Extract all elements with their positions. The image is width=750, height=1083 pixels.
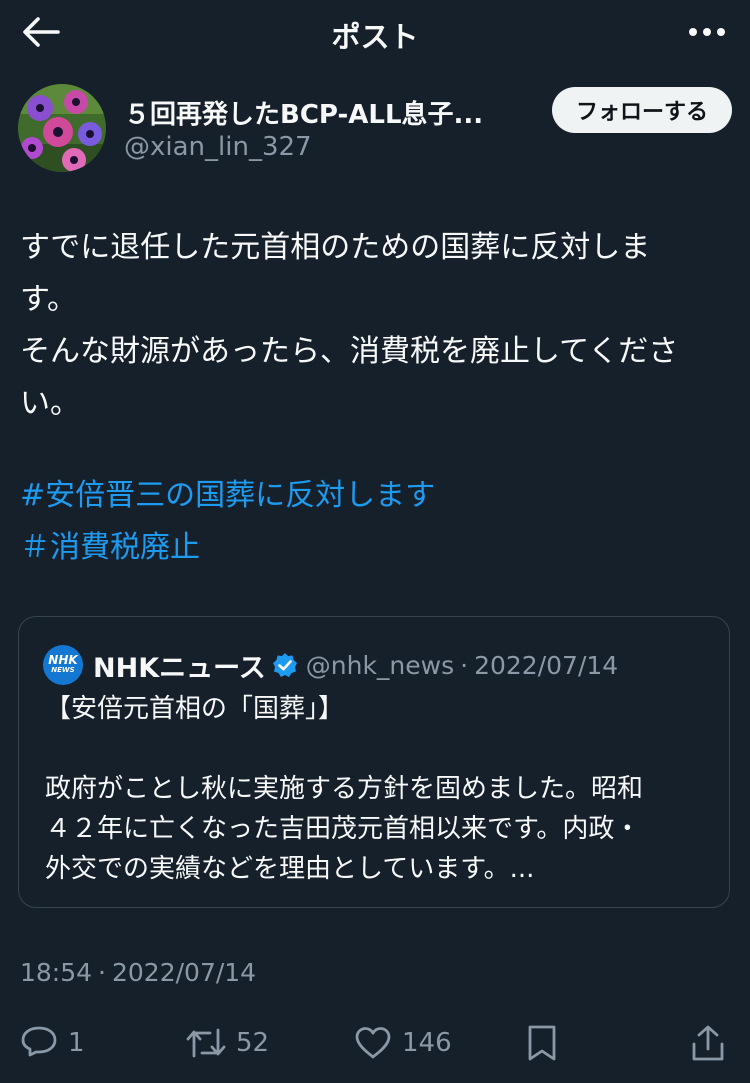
separator: ·	[460, 650, 469, 680]
top-bar: ポスト	[0, 0, 750, 66]
share-button[interactable]	[690, 1016, 726, 1070]
bookmark-button[interactable]	[526, 1016, 558, 1070]
page-title: ポスト	[331, 20, 419, 54]
avatar[interactable]	[18, 84, 106, 172]
share-icon	[690, 1024, 726, 1062]
repost-icon	[186, 1026, 226, 1060]
nhk-logo-avatar: NHK NEWS	[43, 645, 83, 685]
post-time: 18:54	[20, 958, 93, 987]
post-text-line: そんな財源があったら、消費税を廃止してくださ	[20, 334, 679, 369]
quoted-post[interactable]: NHK NEWS NHKニュース @nhk_news · 2022/07/14 …	[18, 616, 730, 908]
quoted-post-body: 【安倍元首相の「国葬」】 政府がことし秋に実施する方針を固めました。昭和 ４２年…	[45, 689, 705, 889]
quoted-post-date: 2022/07/14	[474, 650, 619, 680]
heart-icon	[354, 1026, 392, 1060]
quoted-post-header: NHK NEWS NHKニュース @nhk_news · 2022/07/14	[43, 645, 618, 685]
post-hashtags: #安倍晋三の国葬に反対します ＃消費税廃止	[20, 470, 435, 574]
repost-count: 52	[236, 1028, 270, 1058]
post-timestamp: 18:54 · 2022/07/14	[20, 958, 256, 987]
post-text-line: すでに退任した元首相のための国葬に反対しま	[20, 230, 651, 265]
repost-button[interactable]: 52	[186, 1016, 269, 1070]
quoted-post-line: 外交での実績などを理由としています。...	[45, 854, 535, 884]
quoted-post-line: ４２年に亡くなった吉田茂元首相以来です。内政・	[45, 814, 641, 844]
author-handle[interactable]: @xian_lin_327	[124, 132, 312, 162]
quoted-post-title: 【安倍元首相の「国葬」】	[45, 694, 345, 724]
author-display-name[interactable]: ５回再発したBCP-ALL息子...	[124, 94, 514, 131]
quoted-post-line: 政府がことし秋に実施する方針を固めました。昭和	[45, 774, 644, 804]
action-bar: 1 52 146	[0, 1016, 750, 1070]
like-count: 146	[402, 1028, 452, 1058]
more-horizontal-icon	[688, 27, 726, 37]
more-options-button[interactable]	[684, 14, 730, 50]
post-author: ５回再発したBCP-ALL息子... @xian_lin_327 フォローする	[18, 84, 732, 174]
post-text: すでに退任した元首相のための国葬に反対しま す。 そんな財源があったら、消費税を…	[20, 222, 726, 430]
separator: ·	[98, 958, 106, 987]
reply-button[interactable]: 1	[20, 1016, 85, 1070]
hashtag-link[interactable]: ＃消費税廃止	[20, 522, 435, 574]
reply-count: 1	[68, 1028, 85, 1058]
logo-text: NHK	[48, 653, 78, 667]
quoted-author-handle: @nhk_news	[305, 650, 455, 680]
bookmark-icon	[526, 1024, 558, 1062]
hashtag-link[interactable]: #安倍晋三の国葬に反対します	[20, 470, 435, 522]
verified-badge-icon	[272, 652, 298, 678]
reply-icon	[20, 1024, 58, 1062]
follow-button[interactable]: フォローする	[551, 87, 732, 133]
quoted-author-name: NHKニュース	[93, 652, 266, 684]
post-text-line: い。	[20, 386, 80, 421]
post-text-line: す。	[20, 282, 77, 317]
post-date: 2022/07/14	[112, 958, 257, 987]
like-button[interactable]: 146	[354, 1016, 452, 1070]
logo-text: NEWS	[51, 666, 75, 674]
